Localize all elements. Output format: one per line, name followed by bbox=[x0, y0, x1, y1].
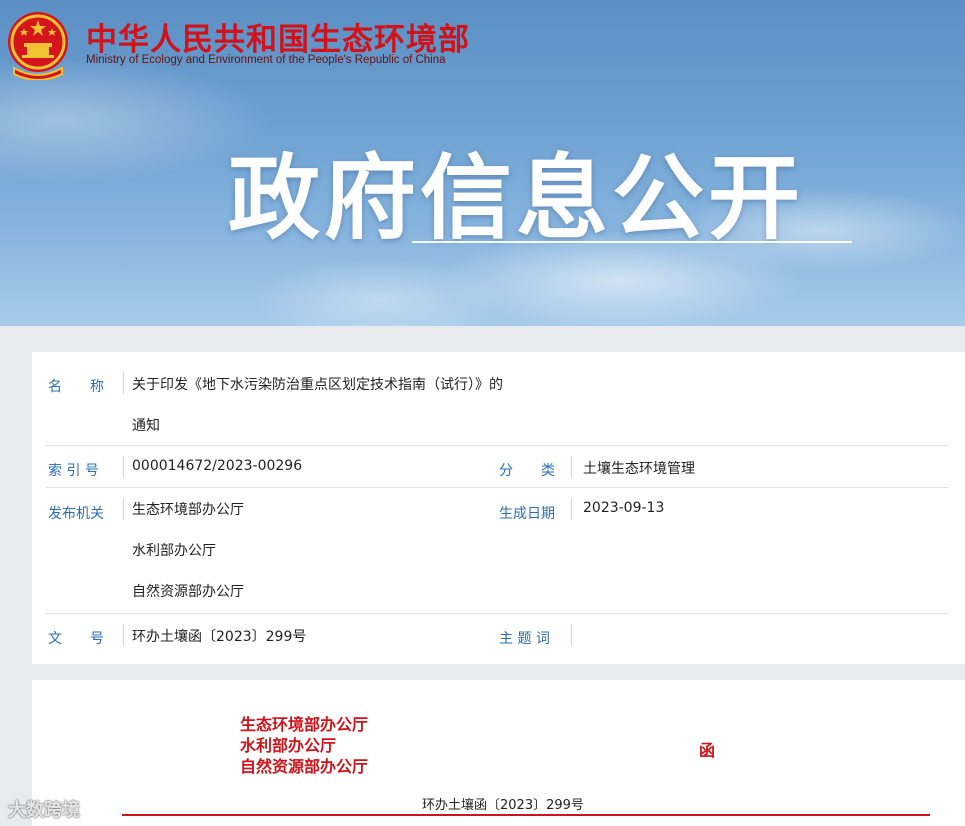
divider bbox=[571, 456, 572, 478]
banner-divider bbox=[412, 241, 852, 243]
date-value: 2023-09-13 bbox=[583, 500, 665, 516]
banner-title: 政府信息公开 bbox=[228, 145, 805, 252]
index-value: 000014672/2023-00296 bbox=[132, 458, 303, 474]
doc-issuer-2: 水利部办公厅 bbox=[240, 736, 337, 755]
index-label: 索 引 号 bbox=[48, 463, 99, 479]
document-info-table: 名 称 关于印发《地下水污染防治重点区划定技术指南（试行）》的 通知 索 引 号… bbox=[32, 352, 965, 664]
issuer-1: 生态环境部办公厅 bbox=[132, 502, 244, 518]
category-value: 土壤生态环境管理 bbox=[583, 461, 695, 477]
document-number: 环办土壤函〔2023〕299号 bbox=[422, 798, 584, 813]
divider bbox=[123, 456, 124, 478]
ministry-name-en[interactable]: Ministry of Ecology and Environment of t… bbox=[86, 54, 446, 66]
date-label: 生成日期 bbox=[499, 506, 555, 522]
divider bbox=[571, 624, 572, 646]
issuer-2: 水利部办公厅 bbox=[132, 543, 216, 559]
watermark-text: 大数跨境 bbox=[8, 800, 80, 821]
divider bbox=[123, 372, 124, 394]
info-row-index: 索 引 号 000014672/2023-00296 分 类 土壤生态环境管理 bbox=[46, 446, 949, 488]
ministry-name-cn[interactable]: 中华人民共和国生态环境部 bbox=[86, 14, 470, 59]
info-row-docno: 文 号 环办土壤函〔2023〕299号 主 题 词 bbox=[46, 614, 949, 656]
category-label: 分 类 bbox=[499, 463, 555, 479]
document-type: 函 bbox=[699, 741, 716, 760]
header-banner: 中华人民共和国生态环境部 Ministry of Ecology and Env… bbox=[0, 0, 965, 326]
red-divider bbox=[122, 814, 930, 816]
name-label: 名 称 bbox=[48, 379, 104, 395]
national-emblem-icon bbox=[8, 12, 68, 80]
keywords-label: 主 题 词 bbox=[499, 631, 550, 647]
doc-issuer-3: 自然资源部办公厅 bbox=[240, 757, 369, 776]
issuer-label: 发布机关 bbox=[48, 506, 104, 522]
docno-value: 环办土壤函〔2023〕299号 bbox=[132, 629, 307, 645]
watermark: 大数跨境 bbox=[8, 796, 80, 822]
divider bbox=[123, 624, 124, 646]
docno-label: 文 号 bbox=[48, 631, 104, 647]
info-row-issuer: 发布机关 生态环境部办公厅 水利部办公厅 自然资源部办公厅 生成日期 2023-… bbox=[46, 488, 949, 614]
info-row-name: 名 称 关于印发《地下水污染防治重点区划定技术指南（试行）》的 通知 bbox=[46, 362, 949, 446]
document-body: 生态环境部办公厅 水利部办公厅 自然资源部办公厅 函 环办土壤函〔2023〕29… bbox=[32, 680, 965, 826]
issuer-values: 生态环境部办公厅 水利部办公厅 自然资源部办公厅 bbox=[132, 500, 244, 623]
doc-issuer-1: 生态环境部办公厅 bbox=[240, 715, 369, 734]
name-line-1: 关于印发《地下水污染防治重点区划定技术指南（试行）》的 bbox=[132, 377, 503, 393]
divider bbox=[571, 498, 572, 520]
divider bbox=[123, 498, 124, 520]
name-value: 关于印发《地下水污染防治重点区划定技术指南（试行）》的 通知 bbox=[132, 375, 503, 457]
document-issuers: 生态环境部办公厅 水利部办公厅 自然资源部办公厅 bbox=[240, 714, 368, 777]
